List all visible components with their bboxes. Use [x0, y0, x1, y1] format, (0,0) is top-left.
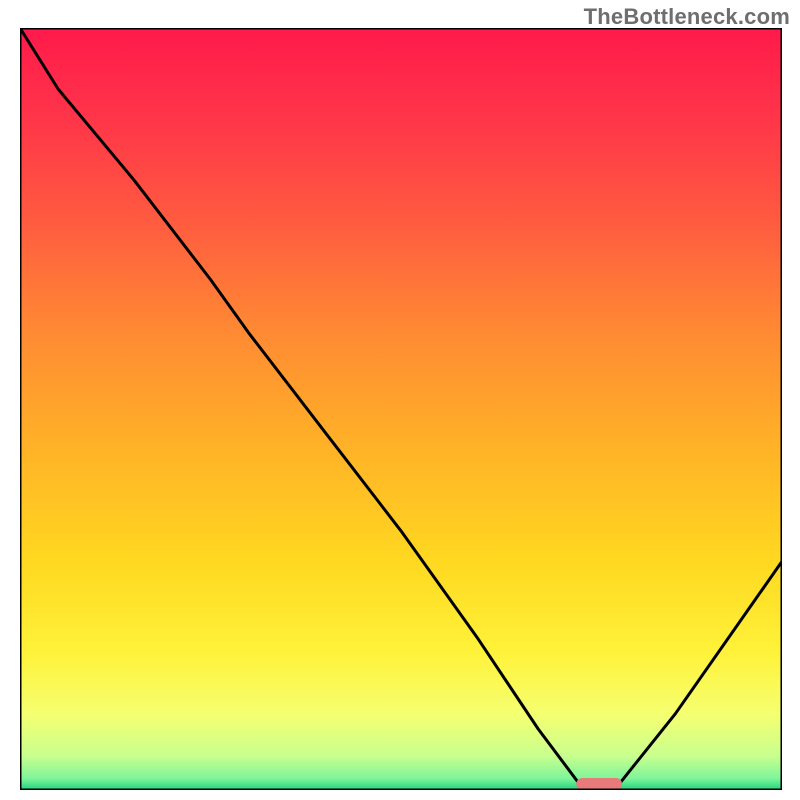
gradient-background — [20, 28, 782, 790]
watermark-text: TheBottleneck.com — [584, 4, 790, 30]
optimum-marker — [576, 778, 622, 790]
plot-area — [20, 28, 782, 790]
chart-svg — [20, 28, 782, 790]
chart-container: TheBottleneck.com — [0, 0, 800, 800]
